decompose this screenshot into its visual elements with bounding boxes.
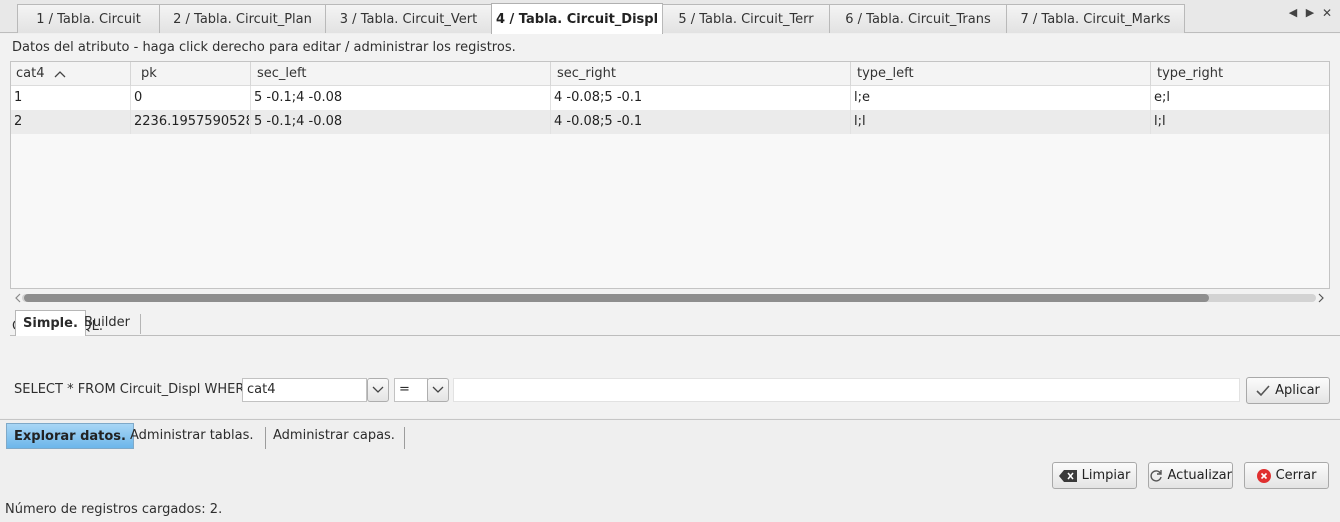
attribute-hint: Datos del atributo - haga click derecho … — [12, 40, 516, 55]
table-cell[interactable]: 2 — [11, 110, 129, 134]
tab-next-icon[interactable]: ▶ — [1302, 6, 1318, 19]
apply-label: Aplicar — [1275, 383, 1320, 398]
column-header-label: sec_right — [557, 66, 616, 81]
refresh-button[interactable]: Actualizar — [1148, 462, 1233, 489]
sql-query-row: SELECT * FROM Circuit_Displ WHERE cat4 =… — [0, 338, 1340, 404]
tab-circuit-marks[interactable]: 7 / Tabla. Circuit_Marks — [1006, 4, 1185, 33]
table-cell[interactable]: e;l — [1151, 86, 1329, 110]
clear-label: Limpiar — [1081, 468, 1131, 483]
refresh-label: Actualizar — [1167, 468, 1232, 483]
scroll-left-icon[interactable] — [14, 293, 22, 303]
tab-circuit-plan[interactable]: 2 / Tabla. Circuit_Plan — [159, 4, 326, 33]
table-cell[interactable]: 5 -0.1;4 -0.08 — [251, 110, 549, 134]
column-header-sec-right[interactable]: sec_right — [551, 62, 851, 86]
tab-circuit-terr[interactable]: 5 / Tabla. Circuit_Terr — [662, 4, 830, 33]
tab-circuit-trans[interactable]: 6 / Tabla. Circuit_Trans — [829, 4, 1007, 33]
records-loaded-status: Número de registros cargados: 2. — [5, 502, 223, 517]
horizontal-scrollbar[interactable] — [10, 292, 1330, 304]
checkmark-icon — [1256, 384, 1270, 396]
tab-manage-tables[interactable]: Administrar tablas. — [123, 423, 261, 449]
table-tabbar: 1 / Tabla. Circuit 2 / Tabla. Circuit_Pl… — [0, 0, 1340, 34]
column-header-label: pk — [141, 66, 157, 81]
table-cell[interactable]: l;l — [1151, 110, 1329, 134]
tab-divider — [140, 314, 141, 334]
table-cell[interactable]: 1 — [11, 86, 129, 110]
table-cell[interactable]: 2236.19575905286 — [131, 110, 249, 134]
field-combo-input[interactable]: cat4 — [242, 378, 367, 402]
column-header-type-left[interactable]: type_left — [851, 62, 1151, 86]
apply-button[interactable]: Aplicar — [1246, 377, 1330, 404]
operator-combo-input[interactable]: = — [394, 378, 428, 402]
tab-manage-layers[interactable]: Administrar capas. — [266, 423, 402, 449]
table-cell[interactable]: 5 -0.1;4 -0.08 — [251, 86, 549, 110]
tab-divider — [404, 427, 405, 449]
tab-explore-data[interactable]: Explorar datos. — [6, 423, 134, 449]
table-cell[interactable]: l;e — [851, 86, 1149, 110]
chevron-down-icon — [372, 386, 384, 393]
backspace-clear-icon — [1058, 469, 1077, 482]
table-row[interactable]: 2 2236.19575905286 5 -0.1;4 -0.08 4 -0.0… — [11, 110, 1329, 134]
table-header: cat4 pk sec_left sec_right type_left typ… — [11, 62, 1329, 86]
table-cell[interactable]: l;l — [851, 110, 1149, 134]
column-header-label: cat4 — [16, 66, 45, 81]
close-button[interactable]: Cerrar — [1244, 462, 1329, 489]
tab-simple[interactable]: Simple. — [15, 310, 86, 336]
clear-button[interactable]: Limpiar — [1052, 462, 1137, 489]
operator-dropdown-button[interactable] — [427, 378, 449, 402]
condition-input[interactable] — [453, 378, 1240, 402]
column-header-label: type_right — [1157, 66, 1224, 81]
table-cell[interactable]: 0 — [131, 86, 249, 110]
column-header-cat4[interactable]: cat4 — [11, 62, 131, 86]
chevron-down-icon — [432, 386, 444, 393]
tab-label: 4 / Tabla. Circuit_Displ — [495, 11, 659, 27]
table-cell[interactable]: 4 -0.08;5 -0.1 — [551, 86, 849, 110]
table-row[interactable]: 1 0 5 -0.1;4 -0.08 4 -0.08;5 -0.1 l;e e;… — [11, 86, 1329, 110]
tab-circuit-displ[interactable]: 4 / Tabla. Circuit_Displ — [491, 3, 663, 34]
tab-label: 1 / Tabla. Circuit — [36, 11, 141, 27]
tab-label: 7 / Tabla. Circuit_Marks — [1020, 11, 1171, 27]
tab-label: 5 / Tabla. Circuit_Terr — [678, 11, 814, 27]
table-cell[interactable]: 4 -0.08;5 -0.1 — [551, 110, 849, 134]
tab-label: 3 / Tabla. Circuit_Vert — [339, 11, 478, 27]
column-header-label: type_left — [857, 66, 914, 81]
bottom-tabs: Explorar datos. Administrar tablas. Admi… — [0, 419, 1340, 449]
scroll-right-icon[interactable] — [1317, 293, 1325, 303]
sql-mode-tabs: Simple. Builder — [10, 306, 1340, 336]
tab-prev-icon[interactable]: ◀ — [1285, 6, 1301, 19]
refresh-icon — [1150, 469, 1162, 482]
sort-ascending-icon — [54, 70, 66, 77]
tab-builder[interactable]: Builder — [77, 310, 137, 336]
tab-close-icon[interactable]: ✕ — [1319, 6, 1335, 20]
column-header-type-right[interactable]: type_right — [1151, 62, 1329, 86]
tab-circuit-vert[interactable]: 3 / Tabla. Circuit_Vert — [325, 4, 492, 33]
tab-label: 2 / Tabla. Circuit_Plan — [173, 11, 312, 27]
column-header-sec-left[interactable]: sec_left — [251, 62, 551, 86]
tab-label: 6 / Tabla. Circuit_Trans — [845, 11, 991, 27]
scrollbar-thumb[interactable] — [24, 294, 1209, 302]
close-circle-icon — [1256, 468, 1271, 483]
column-header-pk[interactable]: pk — [131, 62, 251, 86]
close-label: Cerrar — [1275, 468, 1317, 483]
sql-prefix-label: SELECT * FROM Circuit_Displ WHERE — [14, 382, 253, 397]
column-header-label: sec_left — [257, 66, 307, 81]
tab-circuit[interactable]: 1 / Tabla. Circuit — [17, 4, 160, 33]
field-dropdown-button[interactable] — [367, 378, 389, 402]
attribute-table: cat4 pk sec_left sec_right type_left typ… — [10, 61, 1330, 289]
